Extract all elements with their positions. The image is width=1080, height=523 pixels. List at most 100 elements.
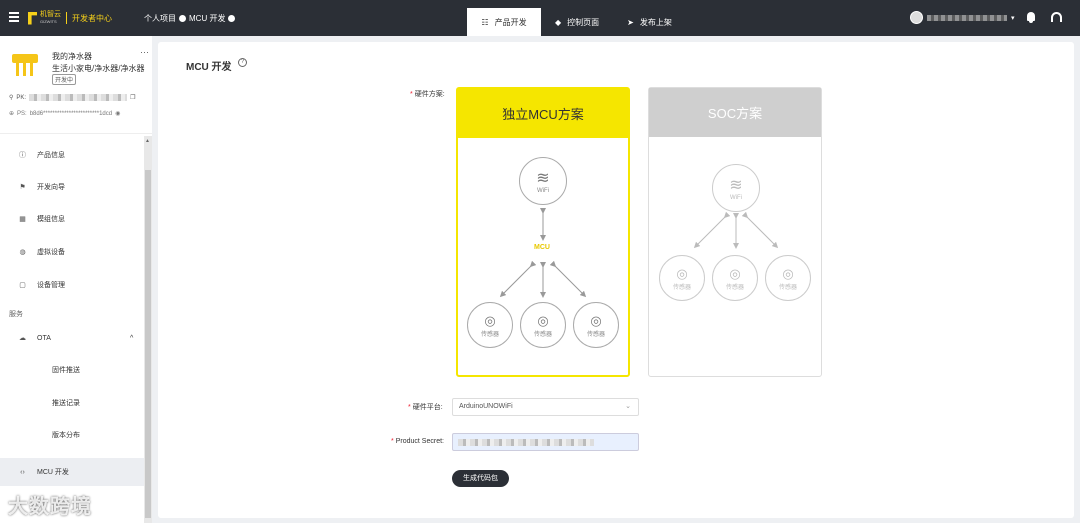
crumb-project[interactable]: 个人项目 [144,13,176,24]
wifi-icon: ≋ [536,170,550,187]
product-summary: 我的净水器 生活小家电/净水器/净水器 开发中 ··· ⚲ PK: ❐ ⊕ PS… [0,36,152,134]
guide-icon: ⚑ [19,183,26,191]
crumb-dropdown-icon[interactable] [228,15,236,22]
sidebar-item-version-distribution[interactable]: 版本分布 [0,421,144,449]
hw-platform-select[interactable]: ArduinoUNOWiFi ⌄ [452,398,639,416]
sidebar-item-dev-guide[interactable]: ⚑ 开发向导 [0,173,144,201]
sensor-icon: ◎ [537,312,549,328]
sidebar-scrollbar[interactable]: ▲ [144,136,152,523]
logo-name: 机智云 [40,11,61,18]
sidebar-item-label: MCU 开发 [37,469,69,476]
sensor-label: 传感器 [778,284,797,291]
copy-icon[interactable]: ❐ [130,94,135,101]
product-name: 我的净水器 [52,52,92,61]
more-icon[interactable]: ··· [140,47,149,57]
mcu-scheme-card[interactable]: 独立MCU方案 ≋ WiFi MCU ◎ 传感器 ◎ 传感器 ◎ 传感器 [456,87,630,377]
wifi-label: WiFi [537,188,549,194]
grid-icon: ☷ [481,17,489,27]
sidebar-item-mcu-dev[interactable]: ‹› MCU 开发 [0,458,144,486]
bell-icon[interactable] [1026,12,1036,23]
help-icon[interactable]: ? [238,58,247,67]
cloud-icon: ☁ [19,334,26,342]
info-icon: ⓘ [19,151,26,159]
breadcrumb: 个人项目 MCU 开发 [144,13,236,24]
scrollbar-thumb[interactable] [145,170,151,518]
sensor-node: ◎ 传感器 [520,302,566,348]
tab-publish[interactable]: ➤ 发布上架 [613,8,686,36]
sidebar-item-module-info[interactable]: ▦ 模组信息 [0,205,144,233]
headset-icon[interactable] [1051,12,1062,22]
main-panel: MCU 开发 ? * 硬件方案: 独立MCU方案 ≋ WiFi MCU ◎ 传感器 [158,42,1074,518]
eye-icon[interactable]: ◉ [115,110,120,117]
top-bar: 机智云 GIZWITS 开发者中心 个人项目 MCU 开发 ☷ 产品开发 ◆ 控… [0,0,1080,36]
required-mark: * [391,438,394,445]
sidebar-item-label: 模组信息 [37,216,65,223]
hw-scheme-label: * 硬件方案: [410,89,445,99]
crumb-dropdown-icon[interactable] [179,15,186,22]
sidebar-item-label: 版本分布 [52,432,80,439]
sensor-node: ◎ 传感器 [712,255,758,301]
sidebar-item-label: 固件推送 [52,367,80,374]
virtual-device-icon: ◍ [19,248,26,256]
page-title: MCU 开发 [186,62,232,73]
product-secret-value-blurred [458,439,594,446]
crumb-page[interactable]: MCU 开发 [189,13,225,24]
sidebar-item-label: 开发向导 [37,184,65,191]
sidebar-item-firmware-push[interactable]: 固件推送 [0,356,144,384]
soc-scheme-card[interactable]: SOC方案 ≋ WiFi ◎ 传感器 ◎ 传感器 ◎ 传感器 [648,87,822,377]
user-menu[interactable]: ▾ [910,11,1015,24]
scroll-up-icon[interactable]: ▲ [145,138,150,144]
soc-diagram-arrows [693,211,779,249]
sensor-icon: ◎ [484,312,496,328]
sidebar-item-device-management[interactable]: ▢ 设备管理 [0,271,144,299]
sidebar: 我的净水器 生活小家电/净水器/净水器 开发中 ··· ⚲ PK: ❐ ⊕ PS… [0,36,152,523]
tab-label: 发布上架 [639,17,672,27]
lock-icon: ⊕ [9,111,15,117]
sidebar-item-product-info[interactable]: ⓘ 产品信息 [0,141,144,169]
sensor-node: ◎ 传感器 [765,255,811,301]
logo-small: GIZWITS [40,19,57,24]
product-secret-input[interactable] [452,433,639,451]
hw-platform-label: * 硬件平台: [408,402,443,412]
logo[interactable]: 机智云 GIZWITS 开发者中心 [28,10,112,26]
sensor-icon: ◎ [590,312,602,328]
sidebar-item-virtual-device[interactable]: ◍ 虚拟设备 [0,238,144,266]
chevron-down-icon: ⌄ [625,403,631,410]
sidebar-item-push-records[interactable]: 推送记录 [0,389,144,417]
sidebar-item-ota[interactable]: ☁ OTA ^ [0,324,144,352]
ps-label: PS: [17,110,27,117]
nav-group-services: 服务 [9,311,23,318]
caret-down-icon: ▾ [1011,14,1015,22]
hw-scheme-label-text: 硬件方案: [414,91,445,98]
menu-icon[interactable] [9,12,19,22]
product-key-row: ⚲ PK: ❐ [9,94,135,101]
wifi-node: ≋ WiFi [712,164,760,212]
sensor-label: 传感器 [586,331,605,338]
generate-code-button[interactable]: 生成代码包 [452,470,509,487]
tab-control-page[interactable]: ◆ 控制页面 [541,8,613,36]
hw-platform-label-text: 硬件平台: [412,404,443,411]
status-badge: 开发中 [52,74,77,85]
sensor-label: 传感器 [533,331,552,338]
tab-label: 产品开发 [494,17,527,27]
code-icon: ‹› [20,468,25,476]
logo-divider [66,12,67,24]
key-icon: ⚲ [9,95,14,101]
sensor-label: 传感器 [725,284,744,291]
tab-product-dev[interactable]: ☷ 产品开发 [467,8,541,36]
logo-mark-icon [28,11,37,25]
sensor-icon: ◎ [676,265,688,281]
logo-text: 机智云 GIZWITS [40,11,61,25]
sidebar-item-label: 虚拟设备 [37,249,65,256]
device-icon: ▢ [19,281,26,289]
sidebar-item-label: OTA [37,334,51,342]
pk-label: PK: [16,94,27,101]
hw-platform-value: ArduinoUNOWiFi [459,403,513,410]
product-secret-label-text: Product Secret: [395,438,444,445]
sensor-icon: ◎ [729,265,741,281]
tab-label: 控制页面 [567,17,600,27]
wifi-label: WiFi [730,195,742,201]
wifi-icon: ≋ [729,177,743,194]
product-icon [12,54,38,76]
sensor-icon: ◎ [782,265,794,281]
